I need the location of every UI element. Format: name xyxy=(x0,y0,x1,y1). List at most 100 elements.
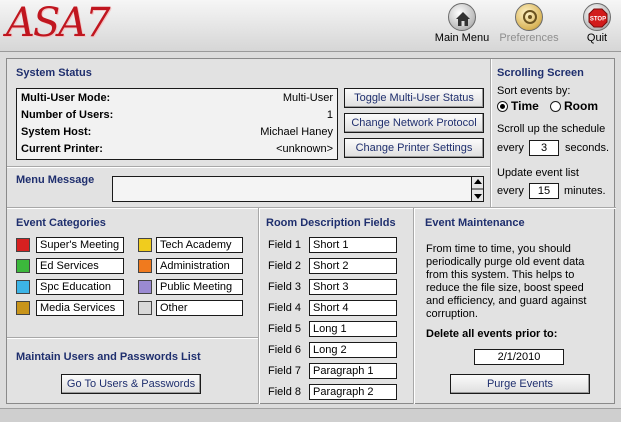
category-color-swatch[interactable] xyxy=(138,301,152,315)
divider xyxy=(7,337,258,339)
status-value: <unknown> xyxy=(276,143,333,155)
quit-label: Quit xyxy=(586,32,608,44)
sort-room-label: Room xyxy=(564,99,598,113)
divider xyxy=(490,59,492,207)
category-name-input[interactable]: Other xyxy=(156,300,243,316)
maintenance-text-line: periodically purge old event data xyxy=(426,256,585,268)
purge-date-input[interactable]: 2/1/2010 xyxy=(474,349,564,365)
delete-label: Delete all events prior to: xyxy=(426,328,558,340)
room-field-input[interactable]: Paragraph 2 xyxy=(309,384,397,400)
field-label: Field 8 xyxy=(268,386,302,398)
preferences-label: Preferences xyxy=(499,32,559,44)
category-name-input[interactable]: Spc Education xyxy=(36,279,124,295)
status-row: Current Printer: <unknown> xyxy=(21,143,333,159)
menu-message-input[interactable] xyxy=(112,176,484,202)
category-name-input[interactable]: Public Meeting xyxy=(156,279,243,295)
menu-message-title: Menu Message xyxy=(16,174,95,186)
category-color-swatch[interactable] xyxy=(16,238,30,252)
users-title: Maintain Users and Passwords List xyxy=(16,351,201,363)
status-bar xyxy=(0,408,621,422)
category-name-input[interactable]: Ed Services xyxy=(36,258,124,274)
scroll-up-icon xyxy=(474,179,482,184)
seconds-label: seconds. xyxy=(565,142,610,154)
status-row: Number of Users: 1 xyxy=(21,109,333,125)
gear-icon xyxy=(515,3,543,31)
category-name-input[interactable]: Super's Meeting xyxy=(36,237,124,253)
maintenance-text-line: reduce the file size, boost speed xyxy=(426,282,584,294)
room-field-input[interactable]: Long 2 xyxy=(309,342,397,358)
go-to-users-button[interactable]: Go To Users & Passwords xyxy=(61,374,201,394)
room-field-input[interactable]: Paragraph 1 xyxy=(309,363,397,379)
every-label: every xyxy=(497,185,524,197)
status-row: System Host: Michael Haney xyxy=(21,126,333,142)
menu-message-scrollbar[interactable] xyxy=(471,177,484,201)
category-color-swatch[interactable] xyxy=(138,259,152,273)
main-menu-button[interactable]: Main Menu xyxy=(434,3,490,44)
stop-icon: STOP xyxy=(583,3,611,31)
status-value: Multi-User xyxy=(282,92,333,104)
main-menu-label: Main Menu xyxy=(434,32,490,44)
category-color-swatch[interactable] xyxy=(16,301,30,315)
category-color-swatch[interactable] xyxy=(138,238,152,252)
room-field-input[interactable]: Long 1 xyxy=(309,321,397,337)
room-fields-title: Room Description Fields xyxy=(266,217,396,229)
category-color-swatch[interactable] xyxy=(16,259,30,273)
scroll-seconds-input[interactable]: 3 xyxy=(529,140,559,156)
field-label: Field 4 xyxy=(268,302,302,314)
app-logo: ASA7 xyxy=(6,0,111,46)
maintenance-text-line: from this system. This helps to xyxy=(426,269,575,281)
sort-room-radio[interactable] xyxy=(550,101,561,112)
status-label: Number of Users: xyxy=(21,109,114,121)
update-minutes-input[interactable]: 15 xyxy=(529,183,559,199)
divider xyxy=(7,166,490,168)
room-field-input[interactable]: Short 3 xyxy=(309,279,397,295)
room-field-input[interactable]: Short 2 xyxy=(309,258,397,274)
category-name-input[interactable]: Tech Academy xyxy=(156,237,243,253)
event-categories-title: Event Categories xyxy=(16,217,106,229)
field-label: Field 7 xyxy=(268,365,302,377)
field-label: Field 2 xyxy=(268,260,302,272)
sort-time-radio[interactable] xyxy=(497,101,508,112)
category-name-input[interactable]: Media Services xyxy=(36,300,124,316)
status-label: Current Printer: xyxy=(21,143,103,155)
sort-label: Sort events by: xyxy=(497,85,571,97)
status-value: 1 xyxy=(326,109,333,121)
scroll-down-icon xyxy=(474,194,482,199)
field-label: Field 6 xyxy=(268,344,302,356)
maintenance-text-line: corruption. xyxy=(426,308,478,320)
update-text: Update event list xyxy=(497,167,579,179)
system-status-title: System Status xyxy=(16,67,92,79)
room-field-input[interactable]: Short 1 xyxy=(309,237,397,253)
field-label: Field 5 xyxy=(268,323,302,335)
change-network-protocol-button[interactable]: Change Network Protocol xyxy=(344,113,484,133)
quit-button[interactable]: STOP Quit xyxy=(577,3,617,44)
sort-time-label: Time xyxy=(511,99,539,113)
divider xyxy=(258,208,260,404)
category-color-swatch[interactable] xyxy=(16,280,30,294)
svg-text:STOP: STOP xyxy=(590,17,606,23)
field-label: Field 1 xyxy=(268,239,302,251)
minutes-label: minutes. xyxy=(564,185,606,197)
maintenance-text-line: and efficiency, and guard against xyxy=(426,295,587,307)
status-row: Multi-User Mode: Multi-User xyxy=(21,92,333,108)
field-label: Field 3 xyxy=(268,281,302,293)
category-color-swatch[interactable] xyxy=(138,280,152,294)
main-panel: System Status Multi-User Mode: Multi-Use… xyxy=(6,58,616,404)
preferences-button[interactable]: Preferences xyxy=(497,3,561,44)
system-status-box: Multi-User Mode: Multi-User Number of Us… xyxy=(16,88,338,160)
scrolling-screen-title: Scrolling Screen xyxy=(497,67,584,79)
status-value: Michael Haney xyxy=(260,126,333,138)
status-label: System Host: xyxy=(21,126,92,138)
scroll-text: Scroll up the schedule xyxy=(497,123,606,135)
change-printer-settings-button[interactable]: Change Printer Settings xyxy=(344,138,484,158)
house-icon xyxy=(448,3,476,31)
category-name-input[interactable]: Administration xyxy=(156,258,243,274)
status-label: Multi-User Mode: xyxy=(21,92,111,104)
toggle-multi-user-button[interactable]: Toggle Multi-User Status xyxy=(344,88,484,108)
divider xyxy=(413,208,415,404)
toolbar: ASA7 Main Menu Preferences STOP Quit xyxy=(0,0,621,52)
room-field-input[interactable]: Short 4 xyxy=(309,300,397,316)
divider xyxy=(7,207,616,209)
event-maintenance-title: Event Maintenance xyxy=(425,217,525,229)
purge-events-button[interactable]: Purge Events xyxy=(450,374,590,394)
